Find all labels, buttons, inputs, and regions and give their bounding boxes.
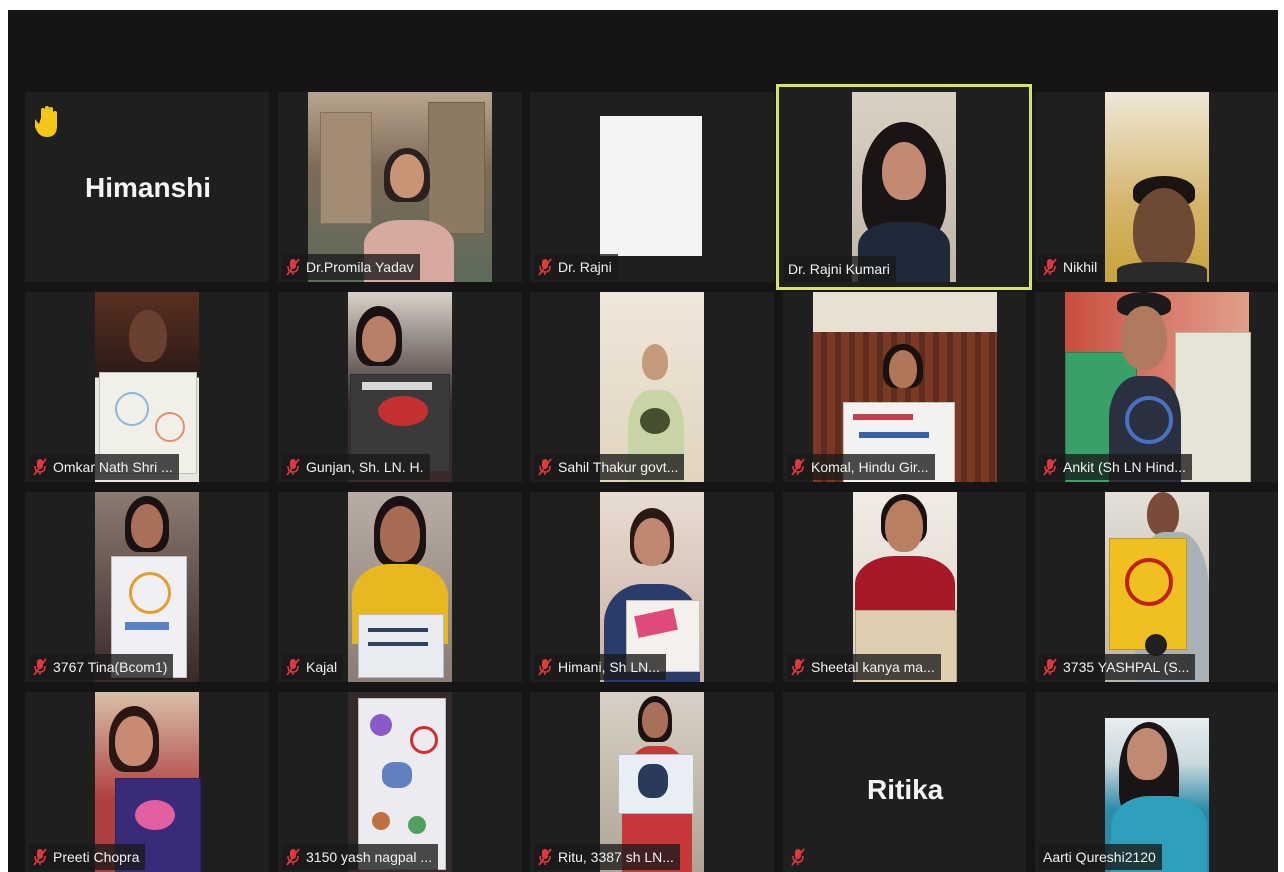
participant-tile-kajal[interactable]: Kajal bbox=[278, 492, 522, 682]
muted-mic-icon bbox=[33, 658, 47, 676]
participant-name: Sahil Thakur govt... bbox=[558, 459, 679, 475]
participant-name: Aarti Qureshi2120 bbox=[1043, 849, 1156, 865]
participant-nametag: Omkar Nath Shri ... bbox=[29, 454, 179, 480]
participant-name: Ritika bbox=[867, 774, 944, 805]
participant-name: Nikhil bbox=[1063, 259, 1098, 275]
participant-nametag: 3735 YASHPAL (S... bbox=[1039, 654, 1196, 680]
participant-tile-yashpal[interactable]: 3735 YASHPAL (S... bbox=[1035, 492, 1278, 682]
participant-nametag: 3767 Tina(Bcom1) bbox=[29, 654, 174, 680]
participant-nametag: Sahil Thakur govt... bbox=[534, 454, 685, 480]
participant-nametag: Dr. Rajni Kumari bbox=[784, 256, 896, 282]
meeting-window: Himanshi Dr.Promila Yadav Dr. Rajni Dr. … bbox=[8, 10, 1278, 872]
participant-tile-rajni-kumari[interactable]: Dr. Rajni Kumari bbox=[776, 84, 1032, 290]
muted-mic-icon bbox=[33, 848, 47, 866]
participant-nametag: Aarti Qureshi2120 bbox=[1039, 844, 1162, 870]
participant-video bbox=[348, 492, 452, 682]
participant-tile-yash[interactable]: 3150 yash nagpal ... bbox=[278, 692, 522, 872]
participant-nametag bbox=[787, 844, 817, 870]
participant-name: Komal, Hindu Gir... bbox=[811, 459, 929, 475]
participant-tile-sheetal[interactable]: Sheetal kanya ma... bbox=[783, 492, 1026, 682]
participant-nametag: Preeti Chopra bbox=[29, 844, 146, 870]
muted-mic-icon bbox=[286, 258, 300, 276]
participant-video bbox=[1104, 92, 1209, 282]
participant-tile-aarti[interactable]: Aarti Qureshi2120 bbox=[1035, 692, 1278, 872]
participant-name: Kajal bbox=[306, 659, 338, 675]
participant-nametag: Gunjan, Sh. LN. H. bbox=[282, 454, 430, 480]
participant-tile-gunjan[interactable]: Gunjan, Sh. LN. H. bbox=[278, 292, 522, 482]
participant-tile-himanshi[interactable]: Himanshi bbox=[25, 92, 269, 282]
muted-mic-icon bbox=[1043, 658, 1057, 676]
participant-nametag: 3150 yash nagpal ... bbox=[282, 844, 439, 870]
participant-name: Himani, Sh LN... bbox=[558, 659, 660, 675]
muted-mic-icon bbox=[538, 458, 552, 476]
participant-nametag: Sheetal kanya ma... bbox=[787, 654, 941, 680]
muted-mic-icon bbox=[286, 458, 300, 476]
muted-mic-icon bbox=[286, 658, 300, 676]
muted-mic-icon bbox=[791, 458, 805, 476]
participant-tile-omkar[interactable]: Omkar Nath Shri ... bbox=[25, 292, 269, 482]
participant-tile-ritika[interactable]: Ritika bbox=[783, 692, 1026, 872]
participant-nametag: Komal, Hindu Gir... bbox=[787, 454, 935, 480]
participant-nametag: Kajal bbox=[282, 654, 344, 680]
muted-mic-icon bbox=[538, 658, 552, 676]
participant-tile-nikhil[interactable]: Nikhil bbox=[1035, 92, 1278, 282]
participant-nametag: Himani, Sh LN... bbox=[534, 654, 666, 680]
participant-name: Omkar Nath Shri ... bbox=[53, 459, 173, 475]
muted-mic-icon bbox=[791, 658, 805, 676]
participant-nametag: Ankit (Sh LN Hind... bbox=[1039, 454, 1192, 480]
muted-mic-icon bbox=[791, 848, 805, 866]
participant-name: Dr. Rajni Kumari bbox=[788, 261, 890, 277]
participant-tile-ankit[interactable]: Ankit (Sh LN Hind... bbox=[1035, 292, 1278, 482]
muted-mic-icon bbox=[33, 458, 47, 476]
participant-name: 3735 YASHPAL (S... bbox=[1063, 659, 1190, 675]
muted-mic-icon bbox=[286, 848, 300, 866]
muted-mic-icon bbox=[538, 258, 552, 276]
participant-name: Gunjan, Sh. LN. H. bbox=[306, 459, 424, 475]
participant-tile-tina[interactable]: 3767 Tina(Bcom1) bbox=[25, 492, 269, 682]
muted-mic-icon bbox=[1043, 458, 1057, 476]
participant-name: Ankit (Sh LN Hind... bbox=[1063, 459, 1186, 475]
participant-tile-sahil[interactable]: Sahil Thakur govt... bbox=[530, 292, 774, 482]
raised-hand-icon bbox=[35, 106, 57, 137]
participant-name: Preeti Chopra bbox=[53, 849, 140, 865]
muted-mic-icon bbox=[538, 848, 552, 866]
participant-nametag: Dr. Rajni bbox=[534, 254, 618, 280]
participant-name: Himanshi bbox=[85, 172, 212, 203]
participant-name: Ritu, 3387 sh LN... bbox=[558, 849, 674, 865]
participant-name: Sheetal kanya ma... bbox=[811, 659, 935, 675]
participant-tile-komal[interactable]: Komal, Hindu Gir... bbox=[783, 292, 1026, 482]
participant-video bbox=[600, 116, 702, 256]
participant-tile-ritu[interactable]: Ritu, 3387 sh LN... bbox=[530, 692, 774, 872]
participant-name: 3150 yash nagpal ... bbox=[306, 849, 433, 865]
participant-name: Dr. Rajni bbox=[558, 259, 612, 275]
participant-nametag: Ritu, 3387 sh LN... bbox=[534, 844, 680, 870]
participant-name: 3767 Tina(Bcom1) bbox=[53, 659, 168, 675]
participant-tile-rajni[interactable]: Dr. Rajni bbox=[530, 92, 774, 282]
muted-mic-icon bbox=[1043, 258, 1057, 276]
participant-nametag: Nikhil bbox=[1039, 254, 1104, 280]
participant-video bbox=[852, 92, 956, 282]
participant-name: Dr.Promila Yadav bbox=[306, 259, 414, 275]
participant-tile-promila[interactable]: Dr.Promila Yadav bbox=[278, 92, 522, 282]
participant-tile-preeti[interactable]: Preeti Chopra bbox=[25, 692, 269, 872]
participant-tile-himani[interactable]: Himani, Sh LN... bbox=[530, 492, 774, 682]
participant-nametag: Dr.Promila Yadav bbox=[282, 254, 420, 280]
